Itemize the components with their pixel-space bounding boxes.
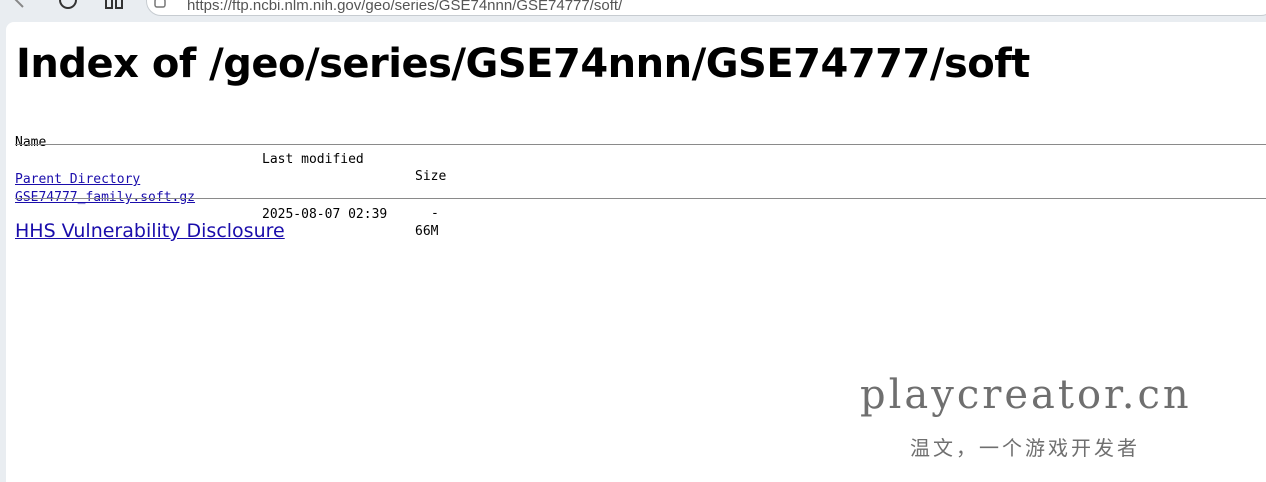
site-info-icon[interactable]	[153, 0, 167, 11]
row-size: -	[431, 206, 439, 221]
column-modified-header: Last modified	[262, 152, 364, 167]
divider-bottom	[15, 198, 1266, 199]
address-bar[interactable]: https://ftp.ncbi.nlm.nih.gov/geo/series/…	[146, 0, 1266, 16]
column-name-header: Name	[15, 135, 47, 150]
watermark-main: playcreator.cn	[860, 372, 1192, 418]
watermark: playcreator.cn 温文，一个游戏开发者	[852, 372, 1242, 462]
hhs-vulnerability-disclosure-link[interactable]: HHS Vulnerability Disclosure	[15, 219, 285, 243]
page-title: Index of /geo/series/GSE74nnn/GSE74777/s…	[16, 41, 1030, 87]
watermark-sub: 温文，一个游戏开发者	[910, 436, 1140, 460]
url-text[interactable]: https://ftp.ncbi.nlm.nih.gov/geo/series/…	[187, 0, 622, 14]
reload-icon[interactable]	[58, 0, 78, 10]
browser-toolbar: https://ftp.ncbi.nlm.nih.gov/geo/series/…	[0, 0, 1266, 22]
column-size-header: Size	[415, 169, 447, 184]
row-size: 66M	[415, 224, 439, 239]
divider-top	[15, 144, 1266, 145]
tabs-icon[interactable]	[104, 0, 124, 10]
back-icon[interactable]	[10, 0, 30, 10]
table-row: GSE74777_family.soft.gz 2025-08-07 02:39…	[15, 172, 438, 257]
